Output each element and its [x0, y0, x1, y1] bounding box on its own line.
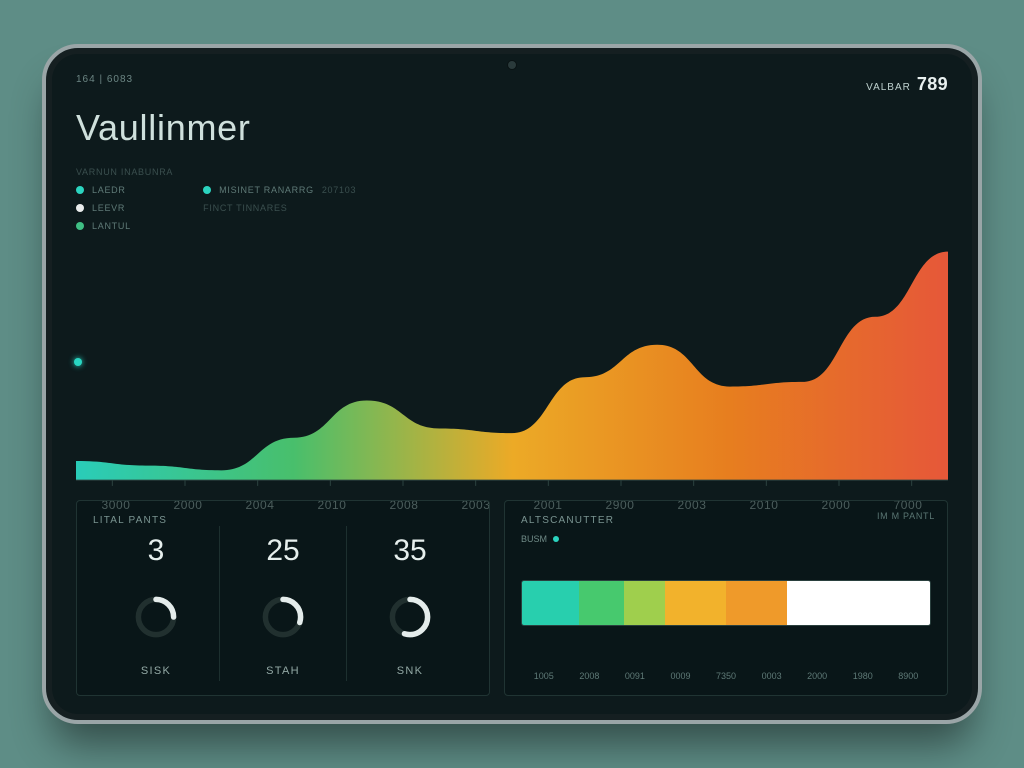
legend-item-label: LEEVR: [92, 203, 125, 213]
tablet-frame: 164 | 6083 VALBAR 789 Vaullinmer VARNUN …: [42, 44, 982, 724]
seg-tick-label: 8900: [886, 671, 932, 681]
legend-dot-icon: [553, 536, 559, 542]
axis-marker-icon: [74, 358, 82, 366]
seg-tick-label: 1980: [840, 671, 886, 681]
bar-segment: [579, 581, 624, 625]
legend-dot-icon: [203, 186, 211, 194]
stat-label: Sisk: [141, 665, 171, 677]
top-right-label: VALBAR: [866, 82, 911, 93]
legend-item-label: LANTUL: [92, 221, 131, 231]
seg-tick-label: 0009: [658, 671, 704, 681]
legend-block: VARNUN INABUNRA LAEDR LEEVR LANTUL MISIN…: [76, 167, 948, 231]
stat-label: SNK: [397, 665, 424, 677]
stat-value: 3: [148, 534, 165, 568]
seg-tick-label: 2008: [567, 671, 613, 681]
progress-ring-icon: [261, 595, 305, 639]
bar-segment: [726, 581, 787, 625]
bar-segment: [787, 581, 930, 625]
stat-cell: 3 Sisk: [93, 526, 219, 681]
seg-x-axis-labels: 100520080091000973500003200019808900: [521, 671, 931, 681]
seg-mini-label: BUSM: [521, 534, 547, 544]
legend-item-extra: 207103: [322, 185, 356, 195]
bar-segment: [665, 581, 726, 625]
legend-dot-icon: [76, 222, 84, 230]
legend-item-label: MISINET RANARRG: [219, 185, 314, 195]
legend-dot-icon: [76, 186, 84, 194]
segmented-bar-card: IM M PANTL Altscanutter BUSM 10052008009…: [504, 500, 948, 696]
legend-heading: VARNUN INABUNRA: [76, 167, 173, 177]
stats-title: LITAL PANTS: [93, 515, 473, 526]
seg-tick-label: 1005: [521, 671, 567, 681]
stat-value: 25: [266, 534, 299, 568]
legend-item-label: LAEDR: [92, 185, 126, 195]
bar-segment: [624, 581, 665, 625]
seg-tick-label: 2000: [794, 671, 840, 681]
seg-tick-label: 7350: [703, 671, 749, 681]
segmented-bar[interactable]: [521, 580, 931, 626]
legend-dot-icon: [76, 204, 84, 212]
seg-title: Altscanutter: [521, 515, 614, 526]
top-left-meta: 164 | 6083: [76, 74, 133, 95]
card-corner-label: IM M PANTL: [877, 511, 935, 521]
legend-item-label: FINCT TINNARES: [203, 203, 287, 213]
progress-ring-icon: [388, 595, 432, 639]
stat-cell: 25 Stah: [219, 526, 346, 681]
top-bar: 164 | 6083 VALBAR 789: [76, 74, 948, 95]
top-right-value: 789: [917, 74, 948, 95]
main-area-chart[interactable]: 3000200020042010200820032001290020032010…: [76, 247, 948, 488]
bar-segment: [522, 581, 579, 625]
stats-card: LITAL PANTS 3 Sisk25 Stah35 SNK: [76, 500, 490, 696]
seg-tick-label: 0091: [612, 671, 658, 681]
stat-cell: 35 SNK: [346, 526, 473, 681]
page-title: Vaullinmer: [76, 107, 948, 149]
progress-ring-icon: [134, 595, 178, 639]
seg-tick-label: 0003: [749, 671, 795, 681]
stat-value: 35: [393, 534, 426, 568]
stat-label: Stah: [266, 665, 300, 677]
tablet-camera: [507, 60, 517, 70]
